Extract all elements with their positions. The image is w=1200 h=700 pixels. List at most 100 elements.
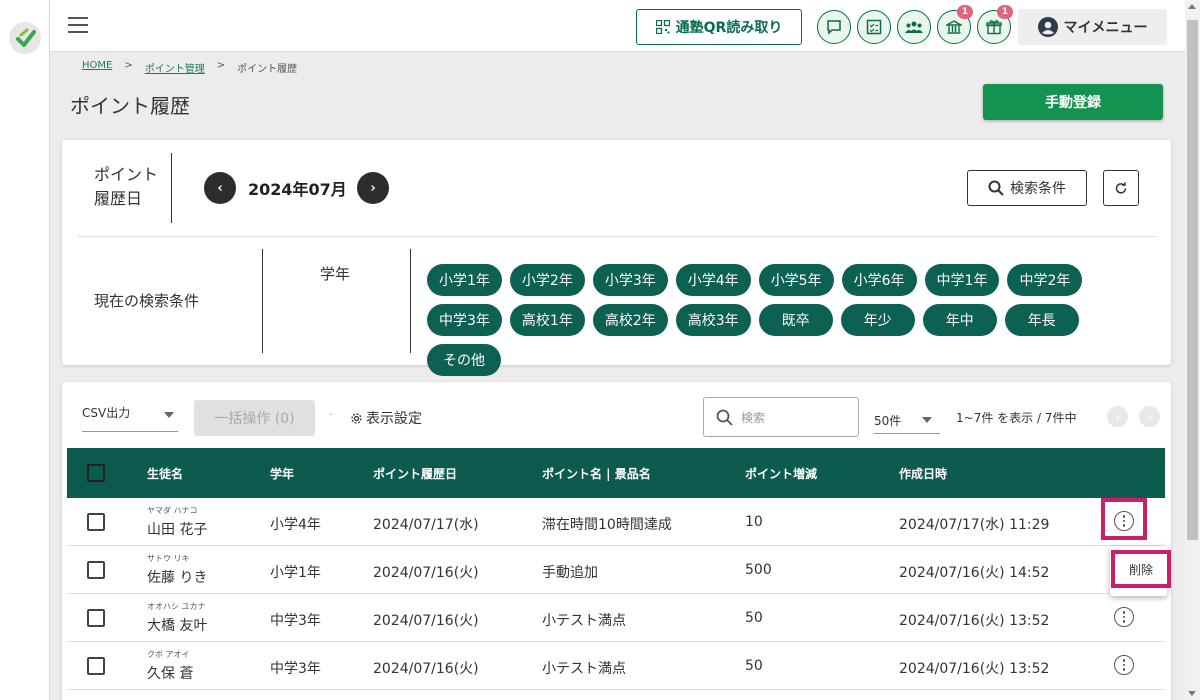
qr-scan-button[interactable]: 通塾QR読み取り [636,9,802,45]
student-name[interactable]: 山田 花子 [147,519,207,539]
separator-dot: · [329,408,333,421]
row-checkbox[interactable] [87,609,105,627]
gift-button[interactable]: 1 [977,5,1013,44]
group-icon [905,21,923,33]
next-month-button[interactable]: › [357,172,389,204]
scroll-up-icon[interactable] [1188,4,1196,9]
next-page-button[interactable]: › [1139,406,1160,427]
page-title: ポイント履歴 [70,94,190,118]
current-conditions-label: 現在の検索条件 [94,292,200,310]
search-conditions-button[interactable]: 検索条件 [967,170,1087,206]
highlight-box [1101,498,1147,540]
grade-chip[interactable]: 小学5年 [758,264,834,296]
table-row: クボ アオイ 久保 蒼 中学3年 2024/07/16(火) 小テスト満点 50… [67,642,1165,690]
grade-chip[interactable]: 年長 [1004,304,1079,336]
student-kana: クボ アオイ [147,650,190,659]
breadcrumb-home[interactable]: HOME [82,60,112,75]
search-input[interactable]: 検索 [703,397,859,437]
grade-chip[interactable]: 年中 [922,304,997,336]
grade-chip[interactable]: 年少 [840,304,915,336]
created-cell: 2024/07/16(火) 13:52 [899,613,1050,629]
col-point-change[interactable]: ポイント増減 [745,465,817,482]
point-name-cell: 手動追加 [542,565,598,581]
table-row: オオハシ ユカナ 大橋 友叶 中学3年 2024/07/16(火) 小テスト満点… [67,594,1165,642]
prev-month-button[interactable]: ‹ [204,172,236,204]
row-menu-button[interactable] [1114,607,1134,627]
per-page-label: 50件 [874,414,902,428]
prev-page-button[interactable]: ‹ [1107,406,1128,427]
display-settings-button[interactable]: 表示設定 [350,408,422,428]
grade-cell: 小学4年 [270,517,321,533]
grade-chip[interactable]: 高校2年 [592,304,668,336]
point-date-label: ポイント 履歴日 [94,163,158,211]
row-checkbox[interactable] [87,561,105,579]
chat-button[interactable] [817,10,851,44]
grade-chip[interactable]: 中学1年 [924,264,1000,296]
grade-chip[interactable]: 小学1年 [427,264,502,296]
col-grade[interactable]: 学年 [270,465,294,482]
reload-button[interactable] [1103,170,1139,206]
group-button[interactable] [897,10,931,44]
select-all-checkbox[interactable] [87,464,105,482]
grade-chip[interactable]: 中学2年 [1007,264,1083,296]
grade-chip[interactable]: 中学3年 [427,304,502,336]
csv-export-select[interactable]: CSV出力 [82,404,178,432]
grade-chip[interactable]: 小学2年 [509,264,585,296]
dropdown-arrow-icon [164,412,174,418]
breadcrumb-point-mgmt[interactable]: ポイント管理 [145,60,205,75]
checklist-button[interactable] [857,10,891,44]
created-cell: 2024/07/16(火) 13:52 [899,661,1050,677]
app-logo[interactable] [9,22,41,54]
points-cell: 10 [745,514,763,530]
refresh-icon [1115,182,1127,194]
bulk-action-button[interactable]: 一括操作 (0) [194,400,315,436]
grade-chip[interactable]: 小学4年 [675,264,751,296]
col-point-name[interactable]: ポイント名 | 景品名 [542,465,651,482]
scrollbar-thumb[interactable] [1187,20,1198,540]
grade-chip[interactable]: 高校3年 [675,304,751,336]
student-name[interactable]: 大橋 友叶 [147,615,207,635]
vertical-scrollbar[interactable] [1185,0,1200,700]
breadcrumb: HOME > ポイント管理 > ポイント履歴 [82,60,297,75]
points-cell: 50 [745,610,763,626]
created-cell: 2024/07/17(水) 11:29 [899,517,1050,533]
grade-label: 学年 [320,265,351,283]
hamburger-menu-icon[interactable] [68,17,88,33]
grade-chip[interactable]: 小学6年 [841,264,917,296]
grade-cell: 小学1年 [270,565,321,581]
date-cell: 2024/07/17(水) [373,517,479,533]
grade-chip[interactable]: 小学3年 [592,264,668,296]
row-checkbox[interactable] [87,657,105,675]
grade-chip[interactable]: 高校1年 [509,304,585,336]
delete-menu-item[interactable]: 削除 [1111,550,1171,588]
student-kana: サトウ リキ [147,554,190,563]
school-button[interactable]: 1 [937,5,973,44]
col-created-at[interactable]: 作成日時 [899,465,947,482]
divider [410,249,411,353]
col-student-name[interactable]: 生徒名 [147,465,183,482]
created-cell: 2024/07/16(火) 14:52 [899,565,1050,581]
student-kana: オオハシ ユカナ [147,602,206,611]
row-menu-button[interactable] [1114,655,1134,675]
search-icon [716,409,733,426]
grade-chip[interactable]: その他 [427,344,501,376]
chat-icon [827,20,841,35]
account-icon [1037,17,1058,37]
display-settings-label: 表示設定 [366,411,422,427]
breadcrumb-sep: > [124,60,133,71]
student-name[interactable]: 佐藤 りき [147,567,207,587]
chevron-left-icon: ‹ [1115,410,1120,423]
point-date-label-line2: 履歴日 [94,189,143,208]
row-checkbox[interactable] [87,513,105,531]
grade-chip[interactable]: 既卒 [758,304,833,336]
student-name[interactable]: 久保 蒼 [147,663,193,683]
per-page-select[interactable]: 50件 [874,406,940,434]
qr-scan-label: 通塾QR読み取り [675,20,783,36]
date-cell: 2024/07/16(火) [373,661,479,677]
manual-register-button[interactable]: 手動登録 [983,84,1163,120]
my-menu-button[interactable]: マイメニュー [1018,9,1167,45]
filter-card: ポイント 履歴日 ‹ 2024年07月 › 検索条件 現在の検索条件 学年 小学… [62,140,1171,376]
point-name-cell: 滞在時間10時間達成 [542,517,672,533]
col-point-date[interactable]: ポイント履歴日 [373,465,457,482]
scroll-down-icon[interactable] [1188,691,1196,696]
